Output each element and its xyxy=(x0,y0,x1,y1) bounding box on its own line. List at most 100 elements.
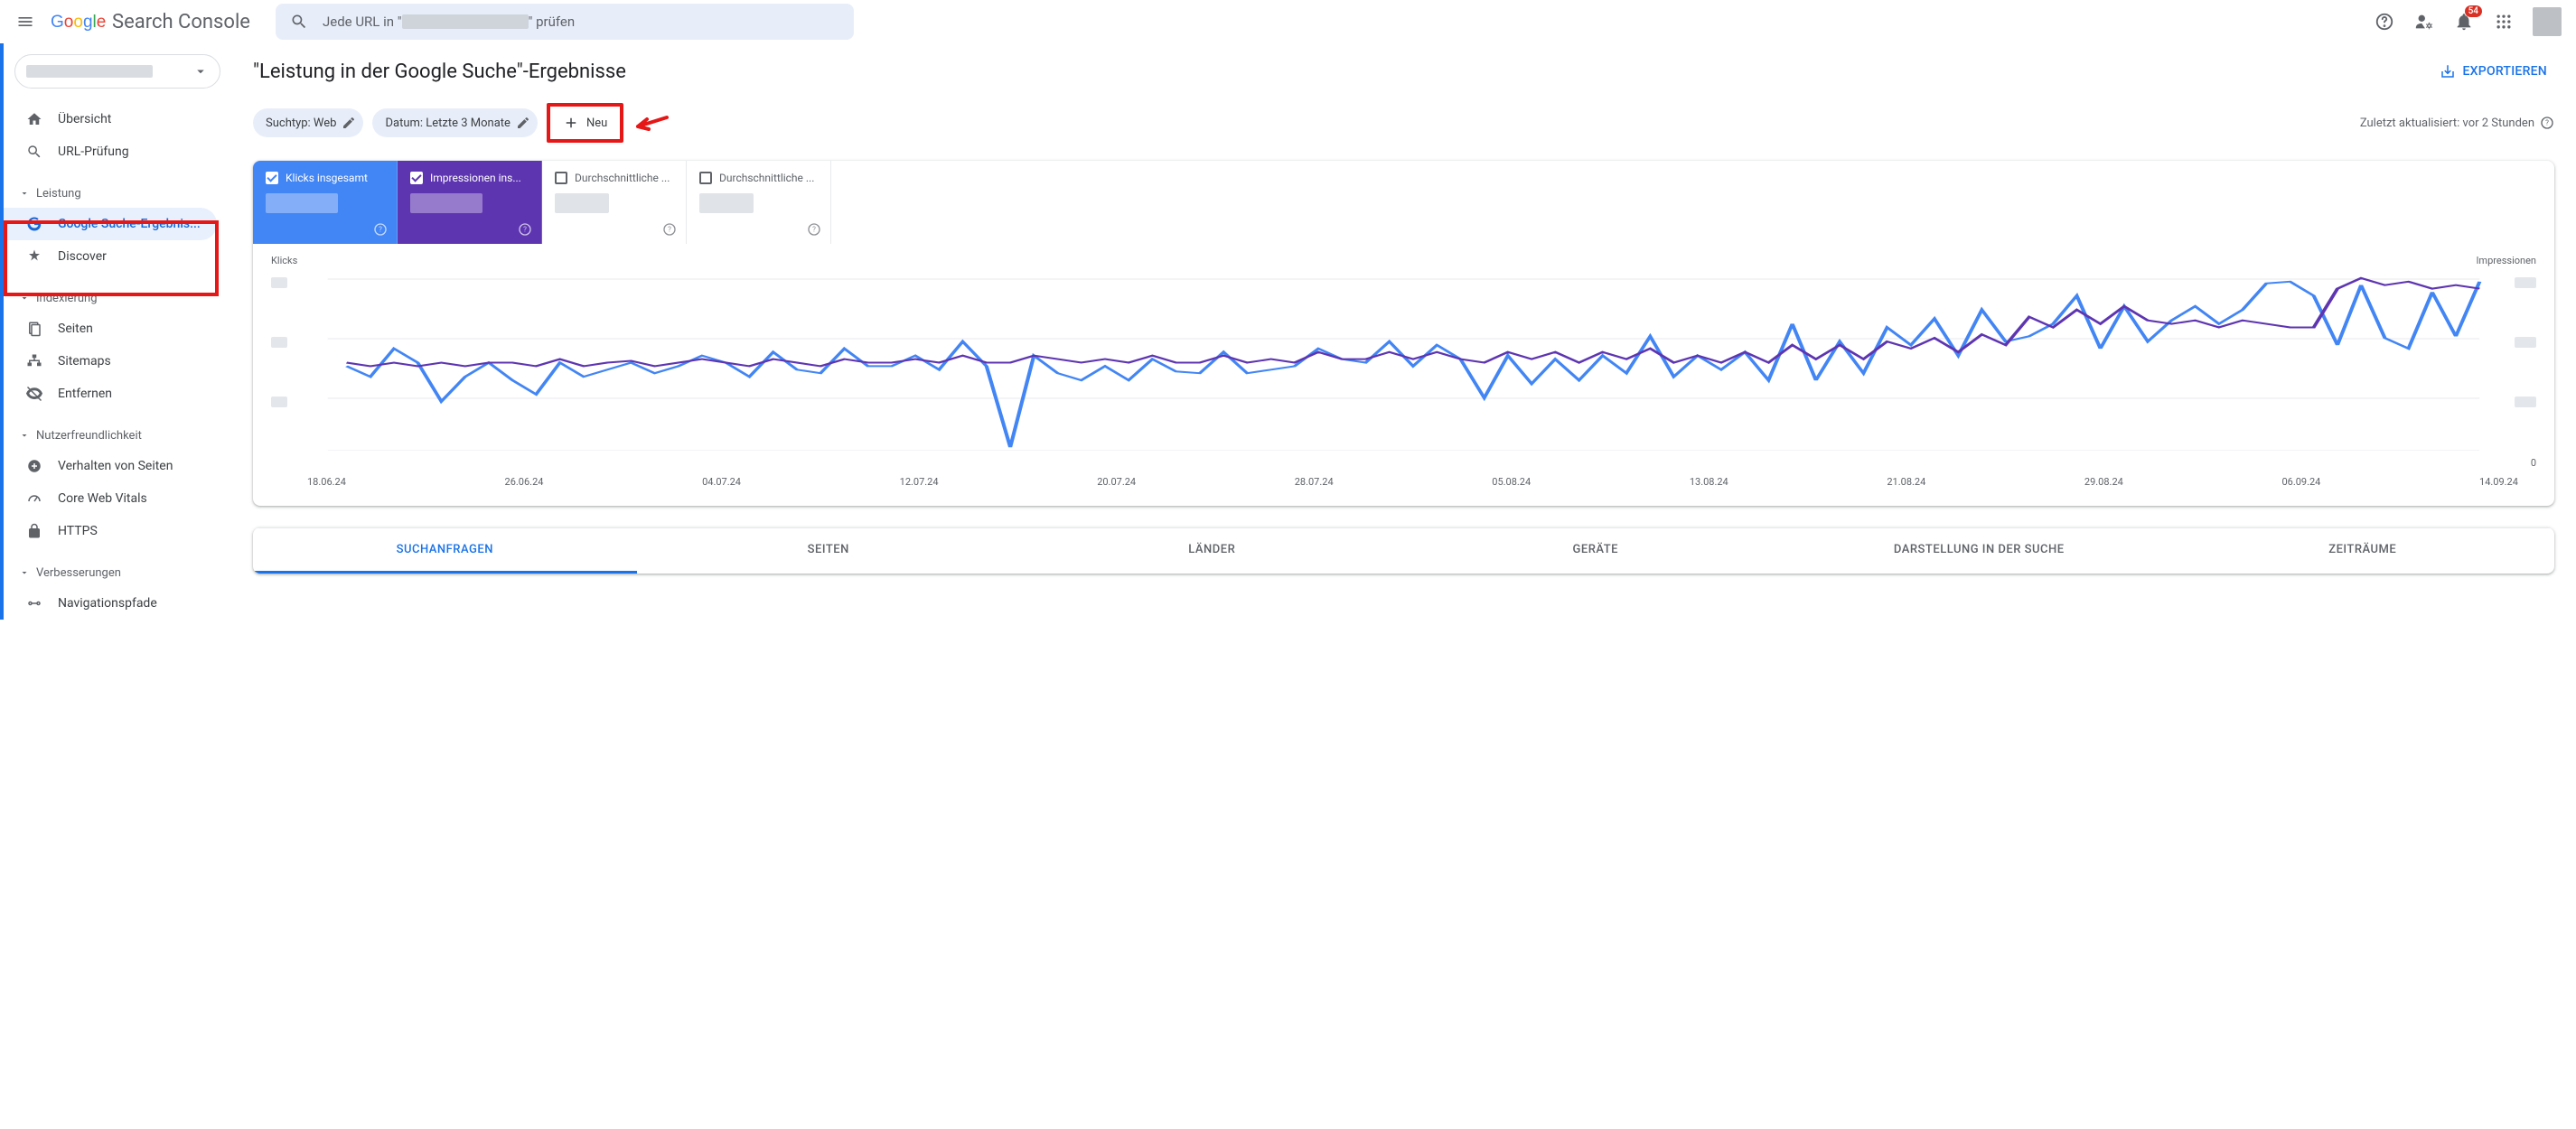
main-content: "Leistung in der Google Suche"-Ergebniss… xyxy=(231,43,2576,620)
x-tick-label: 06.09.24 xyxy=(2281,476,2320,488)
app-name: Search Console xyxy=(112,11,250,33)
annotation-arrow-icon xyxy=(632,112,669,134)
svg-text:?: ? xyxy=(668,226,671,234)
tab-pages[interactable]: SEITEN xyxy=(637,528,1021,574)
sidebar-item-discover[interactable]: Discover xyxy=(4,240,217,273)
sidebar-item-overview[interactable]: Übersicht xyxy=(4,103,217,135)
logo-area[interactable]: Google Search Console xyxy=(51,11,250,33)
tile-avg-position[interactable]: Durchschnittliche ... ? xyxy=(687,161,831,244)
line-chart-svg[interactable] xyxy=(271,270,2536,451)
table-tabs: SUCHANFRAGEN SEITEN LÄNDER GERÄTE DARSTE… xyxy=(253,527,2554,574)
export-button[interactable]: EXPORTIEREN xyxy=(2432,58,2554,85)
help-icon[interactable]: ? xyxy=(2540,116,2554,130)
tile-value-redacted xyxy=(410,193,482,213)
help-icon[interactable]: ? xyxy=(807,222,821,237)
chevron-down-icon xyxy=(16,567,33,578)
checkbox-icon xyxy=(410,172,423,184)
x-tick-label: 28.07.24 xyxy=(1295,476,1334,488)
discover-icon xyxy=(25,247,43,266)
url-search-bar[interactable]: Jede URL in "" prüfen xyxy=(276,4,854,40)
help-button[interactable] xyxy=(2366,4,2403,40)
sidebar-section-enhancements[interactable]: Verbesserungen xyxy=(4,558,231,587)
checkbox-icon xyxy=(266,172,278,184)
tab-dates[interactable]: ZEITRÄUME xyxy=(2171,528,2555,574)
menu-button[interactable] xyxy=(7,4,43,40)
filter-chip-date[interactable]: Datum: Letzte 3 Monate xyxy=(372,108,537,137)
visibility-off-icon xyxy=(25,385,43,403)
sidebar-section-indexing[interactable]: Indexierung xyxy=(4,284,231,313)
x-axis-labels: 18.06.2426.06.2404.07.2412.07.2420.07.24… xyxy=(271,469,2536,488)
edit-icon xyxy=(342,116,356,130)
x-tick-label: 18.06.24 xyxy=(307,476,346,488)
tab-search-appearance[interactable]: DARSTELLUNG IN DER SUCHE xyxy=(1787,528,2171,574)
sidebar-item-url-inspection[interactable]: URL-Prüfung xyxy=(4,135,217,168)
chevron-down-icon xyxy=(16,293,33,303)
tab-devices[interactable]: GERÄTE xyxy=(1404,528,1788,574)
sitemap-icon xyxy=(25,352,43,370)
chevron-down-icon xyxy=(16,188,33,199)
search-icon xyxy=(25,143,43,161)
search-placeholder: Jede URL in "" prüfen xyxy=(323,14,575,30)
notifications-button[interactable]: 54 xyxy=(2446,4,2482,40)
help-icon[interactable]: ? xyxy=(662,222,677,237)
account-settings-button[interactable] xyxy=(2406,4,2442,40)
google-logo-icon: Google xyxy=(51,11,108,33)
svg-text:Google: Google xyxy=(51,13,106,32)
sidebar-item-pages[interactable]: Seiten xyxy=(4,313,217,345)
tile-total-clicks[interactable]: Klicks insgesamt ? xyxy=(253,161,398,244)
tab-queries[interactable]: SUCHANFRAGEN xyxy=(253,528,637,574)
property-selector[interactable] xyxy=(14,54,220,89)
edit-icon xyxy=(516,116,530,130)
sidebar-item-breadcrumbs[interactable]: Navigationspfade xyxy=(4,587,217,620)
tile-avg-ctr[interactable]: Durchschnittliche ... ? xyxy=(542,161,687,244)
x-tick-label: 04.07.24 xyxy=(702,476,741,488)
tile-value-redacted xyxy=(699,193,754,213)
chevron-down-icon xyxy=(16,430,33,441)
x-tick-label: 21.08.24 xyxy=(1887,476,1925,488)
notifications-badge: 54 xyxy=(2465,5,2482,17)
apps-grid-icon xyxy=(2495,13,2513,31)
sidebar-item-https[interactable]: HTTPS xyxy=(4,515,217,547)
svg-text:?: ? xyxy=(812,226,816,234)
home-icon xyxy=(25,110,43,128)
checkbox-icon xyxy=(555,172,567,184)
data-table-card: SUCHANFRAGEN SEITEN LÄNDER GERÄTE DARSTE… xyxy=(253,527,2554,574)
help-icon[interactable]: ? xyxy=(373,222,388,237)
sidebar-item-removals[interactable]: Entfernen xyxy=(4,378,217,410)
annotation-highlight-new-button: Neu xyxy=(547,103,623,143)
plus-circle-icon xyxy=(25,457,43,475)
lock-icon xyxy=(25,522,43,540)
tab-countries[interactable]: LÄNDER xyxy=(1020,528,1404,574)
sidebar-section-experience[interactable]: Nutzerfreundlichkeit xyxy=(4,421,231,450)
property-name-redacted xyxy=(26,65,153,78)
breadcrumb-icon xyxy=(25,594,43,612)
hamburger-icon xyxy=(16,13,34,31)
sidebar-item-page-experience[interactable]: Verhalten von Seiten xyxy=(4,450,217,482)
metric-tiles: Klicks insgesamt ? Impressionen ins... ?… xyxy=(253,161,2554,244)
sidebar-item-sitemaps[interactable]: Sitemaps xyxy=(4,345,217,378)
sidebar-item-search-results[interactable]: Google Suche-Ergebnis... xyxy=(4,208,217,240)
filter-row: Suchtyp: Web Datum: Letzte 3 Monate Neu … xyxy=(253,103,2554,143)
chart-line-impressionen xyxy=(347,278,2480,367)
filter-chip-new[interactable]: Neu xyxy=(552,108,618,137)
chart: Klicks Impressionen 0 xyxy=(253,244,2554,506)
sidebar-item-core-web-vitals[interactable]: Core Web Vitals xyxy=(4,482,217,515)
tile-value-redacted xyxy=(266,193,338,213)
sidebar: Übersicht URL-Prüfung Leistung Google Su… xyxy=(0,43,231,620)
search-icon xyxy=(290,13,308,31)
svg-text:?: ? xyxy=(2545,119,2549,127)
plus-icon xyxy=(563,115,579,131)
user-avatar[interactable] xyxy=(2533,7,2562,36)
y-axis-zero: 0 xyxy=(2531,457,2536,469)
apps-button[interactable] xyxy=(2486,4,2522,40)
tile-total-impressions[interactable]: Impressionen ins... ? xyxy=(398,161,542,244)
tile-value-redacted xyxy=(555,193,609,213)
x-tick-label: 13.08.24 xyxy=(1690,476,1728,488)
sidebar-section-performance[interactable]: Leistung xyxy=(4,179,231,208)
svg-text:?: ? xyxy=(523,226,527,234)
x-tick-label: 20.07.24 xyxy=(1097,476,1136,488)
filter-chip-search-type[interactable]: Suchtyp: Web xyxy=(253,108,363,137)
checkbox-icon xyxy=(699,172,712,184)
x-tick-label: 29.08.24 xyxy=(2084,476,2123,488)
help-icon[interactable]: ? xyxy=(518,222,532,237)
